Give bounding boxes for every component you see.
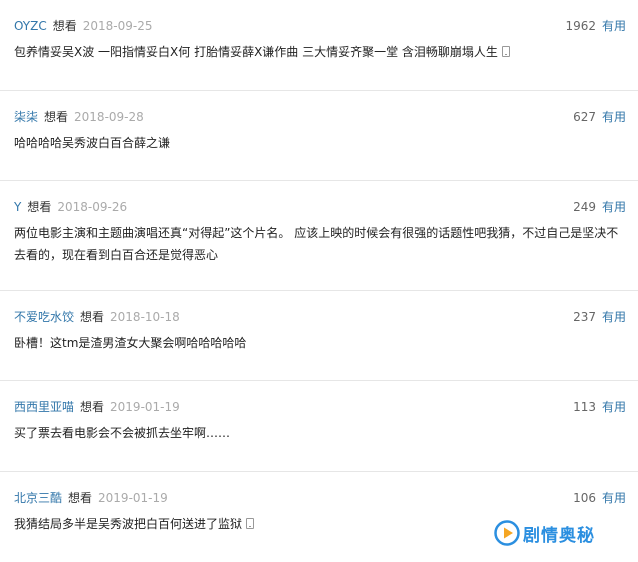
comment-body: 哈哈哈哈吴秀波白百合薛之谦 (14, 136, 171, 150)
vote-count: 249 (573, 200, 596, 214)
vote-count: 1962 (565, 19, 596, 33)
comment-body: 我猜结局多半是吴秀波把白百何送进了监狱 (14, 517, 243, 531)
comment-date: 2018-09-28 (74, 110, 144, 124)
vote-count: 237 (573, 310, 596, 324)
comment-username[interactable]: 西西里亚喵 (14, 400, 74, 414)
comment-votes: 113 有用 (573, 398, 626, 416)
comment-body: 两位电影主演和主题曲演唱还真“对得起”这个片名。 应该上映的时候会有很强的话题性… (14, 226, 619, 262)
comment-text: 包养情妥吴X波 一阳指情妥白X何 打胎情妥薛X谦作曲 三大情妥齐聚一堂 含泪畅聊… (14, 41, 626, 63)
comment-status: 想看 (27, 200, 52, 214)
comment-date: 2018-10-18 (110, 310, 180, 324)
comment-body: 包养情妥吴X波 一阳指情妥白X何 打胎情妥薛X谦作曲 三大情妥齐聚一堂 含泪畅聊… (14, 45, 498, 59)
comment-username[interactable]: 不爱吃水饺 (14, 310, 74, 324)
comment-votes: 106 有用 (573, 489, 626, 507)
comment-date: 2019-01-19 (110, 400, 180, 414)
useful-button[interactable]: 有用 (602, 110, 626, 124)
comment-item: 柒柒 想看 2018-09-28 627 有用 哈哈哈哈吴秀波白百合薛之谦 (0, 91, 638, 181)
comment-item: OYZC 想看 2018-09-25 1962 有用 包养情妥吴X波 一阳指情妥白X何… (0, 0, 638, 91)
comment-status: 想看 (80, 310, 105, 324)
comment-date: 2018-09-25 (82, 19, 153, 33)
comment-meta: Y 想看 2018-09-26 (14, 198, 127, 216)
comment-username[interactable]: OYZC (14, 19, 47, 33)
comment-votes: 627 有用 (573, 108, 626, 126)
comment-status: 想看 (52, 19, 77, 33)
mobile-phone-icon (246, 518, 255, 529)
comment-meta: 不爱吃水饺 想看 2018-10-18 (14, 308, 180, 326)
vote-count: 106 (573, 491, 596, 505)
comment-meta: 西西里亚喵 想看 2019-01-19 (14, 398, 180, 416)
comment-votes: 237 有用 (573, 308, 626, 326)
useful-button[interactable]: 有用 (602, 19, 626, 33)
comment-meta: 柒柒 想看 2018-09-28 (14, 108, 144, 126)
useful-button[interactable]: 有用 (602, 200, 626, 214)
comment-meta: OYZC 想看 2018-09-25 (14, 17, 152, 35)
comment-date: 2018-09-26 (57, 200, 128, 214)
comment-item: Y 想看 2018-09-26 249 有用 两位电影主演和主题曲演唱还真“对得起”这… (0, 181, 638, 291)
play-circle-icon (494, 520, 520, 546)
comment-text: 哈哈哈哈吴秀波白百合薛之谦 (14, 132, 626, 154)
vote-count: 627 (573, 110, 596, 124)
useful-button[interactable]: 有用 (602, 310, 626, 324)
comment-list: OYZC 想看 2018-09-25 1962 有用 包养情妥吴X波 一阳指情妥白X何… (0, 0, 638, 562)
comment-item: 北京三酷 想看 2019-01-19 106 有用 我猜结局多半是吴秀波把白百何送进了… (0, 472, 638, 562)
comment-username[interactable]: 柒柒 (14, 110, 38, 124)
vote-count: 113 (573, 400, 596, 414)
useful-button[interactable]: 有用 (602, 400, 626, 414)
comment-status: 想看 (68, 491, 93, 505)
comment-body: 买了票去看电影会不会被抓去坐牢啊…… (14, 426, 231, 440)
comment-username[interactable]: Y (14, 200, 21, 214)
comment-text: 卧槽！这tm是渣男渣女大聚会啊哈哈哈哈哈 (14, 332, 626, 354)
watermark-text: 剧情奥秘 (523, 525, 595, 546)
useful-button[interactable]: 有用 (602, 491, 626, 505)
comment-votes: 249 有用 (573, 198, 626, 216)
comment-text: 两位电影主演和主题曲演唱还真“对得起”这个片名。 应该上映的时候会有很强的话题性… (14, 222, 626, 266)
comment-text: 买了票去看电影会不会被抓去坐牢啊…… (14, 422, 626, 444)
comment-status: 想看 (44, 110, 69, 124)
mobile-phone-icon (501, 46, 510, 57)
watermark: 剧情奥秘 (494, 518, 595, 548)
comment-votes: 1962 有用 (565, 17, 626, 35)
comment-date: 2019-01-19 (98, 491, 168, 505)
comment-username[interactable]: 北京三酷 (14, 491, 62, 505)
comment-item: 不爱吃水饺 想看 2018-10-18 237 有用 卧槽！这tm是渣男渣女大聚会啊哈… (0, 291, 638, 381)
comment-meta: 北京三酷 想看 2019-01-19 (14, 489, 168, 507)
comment-item: 西西里亚喵 想看 2019-01-19 113 有用 买了票去看电影会不会被抓去坐牢啊… (0, 381, 638, 472)
comment-status: 想看 (80, 400, 105, 414)
comment-body: 卧槽！这tm是渣男渣女大聚会啊哈哈哈哈哈 (14, 336, 247, 350)
